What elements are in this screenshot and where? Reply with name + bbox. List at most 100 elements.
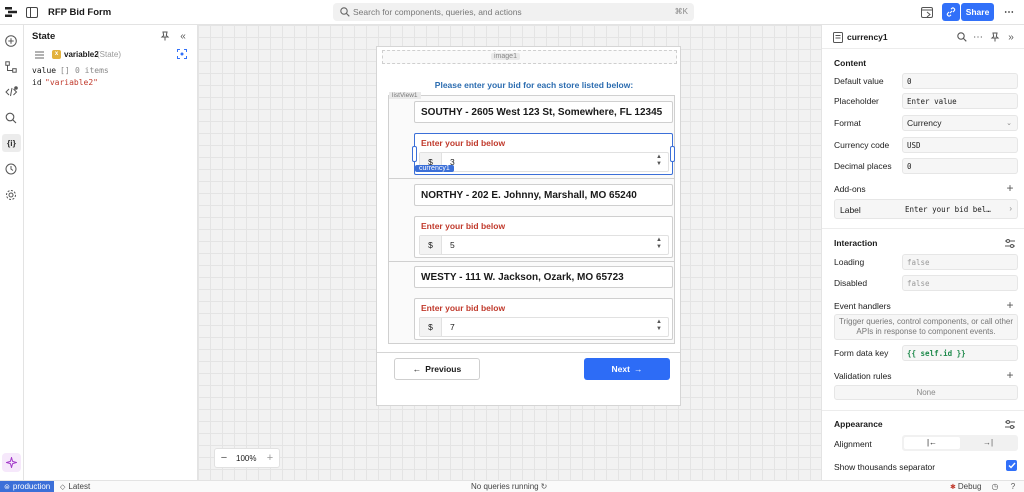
divider <box>822 228 1024 229</box>
default-value-row: Default value 0 <box>834 73 1018 91</box>
validation-rules-label: Validation rules <box>834 371 892 381</box>
history-status-icon[interactable]: ◷ <box>990 481 1000 492</box>
interaction-settings-icon[interactable] <box>1004 237 1016 249</box>
bid-currency-input[interactable]: Enter your bid below $ 3 ▲ ▼ currency1 <box>412 133 675 175</box>
disabled-label: Disabled <box>834 278 868 288</box>
add-component-icon[interactable] <box>4 34 18 48</box>
default-value-label: Default value <box>834 76 884 86</box>
focus-target-icon[interactable] <box>176 48 188 60</box>
help-icon[interactable]: ? <box>1008 481 1018 492</box>
list-view[interactable]: listView1 SOUTHY - 2605 West 123 St, Som… <box>388 92 675 344</box>
bid-field[interactable]: $ 5 ▲ ▼ <box>419 235 669 255</box>
bug-icon: ✱ <box>950 483 956 491</box>
preview-icon[interactable] <box>920 5 934 19</box>
right-resize-handle[interactable] <box>670 146 675 162</box>
addon-label-row[interactable]: Label Enter your bid bel… › <box>834 199 1018 219</box>
align-right-option[interactable]: →| <box>960 437 1016 449</box>
app-title[interactable]: RFP Bid Form <box>48 7 111 18</box>
history-icon[interactable] <box>4 162 18 176</box>
bid-currency-input[interactable]: Enter your bid below $ 7 ▲ ▼ <box>414 298 673 340</box>
inspector-search-icon[interactable] <box>956 31 968 43</box>
zoom-out-icon[interactable]: − <box>218 452 230 464</box>
decimal-places-row: Decimal places 0 <box>834 158 1018 176</box>
status-bar: ⊜ production ◇ Latest No queries running… <box>0 480 1024 492</box>
inspector-collapse-icon[interactable]: » <box>1005 31 1017 43</box>
bid-field[interactable]: $ 7 ▲ ▼ <box>419 317 669 337</box>
disabled-input[interactable]: false <box>902 275 1018 291</box>
add-event-handler-icon[interactable]: + <box>1004 298 1016 312</box>
inspector-pin-icon[interactable] <box>989 31 1001 43</box>
loading-input[interactable]: false <box>902 254 1018 270</box>
add-addon-icon[interactable]: + <box>1004 181 1016 195</box>
inspector-more-icon[interactable]: ⋯ <box>972 31 984 43</box>
copy-link-button[interactable] <box>942 3 960 21</box>
app-frame: image1 Please enter your bid for each st… <box>376 46 681 406</box>
row-divider <box>389 178 674 179</box>
image-component[interactable]: image1 <box>382 50 677 64</box>
settings-gear-icon[interactable] <box>4 188 18 202</box>
bid-field[interactable]: $ 3 ▲ ▼ <box>419 152 669 172</box>
next-button[interactable]: Next → <box>584 358 670 380</box>
footer-divider <box>377 352 680 353</box>
previous-label: Previous <box>425 364 462 374</box>
image-tag: image1 <box>491 53 520 60</box>
drag-handle-icon[interactable] <box>33 49 45 61</box>
id-key: id <box>32 78 42 87</box>
retool-logo-icon[interactable] <box>4 5 18 19</box>
validation-rules-value: None <box>834 385 1018 400</box>
thousands-separator-checkbox[interactable] <box>1006 460 1017 471</box>
search-rail-icon[interactable] <box>4 111 18 125</box>
bid-label: Enter your bid below <box>421 221 506 231</box>
variable-name[interactable]: variable2 <box>64 50 99 59</box>
chevron-right-icon: › <box>1009 204 1012 213</box>
store-name-box: WESTY - 111 W. Jackson, Ozark, MO 65723 <box>414 266 673 288</box>
sidebar-toggle-icon[interactable] <box>25 5 39 19</box>
align-left-option[interactable]: |← <box>904 437 960 449</box>
previous-button[interactable]: ← Previous <box>394 358 480 380</box>
code-icon[interactable] <box>4 85 18 99</box>
appearance-section-title: Appearance <box>834 419 883 429</box>
bid-value: 7 <box>450 322 455 332</box>
content-section-title: Content <box>834 58 867 68</box>
zoom-level: 100% <box>236 454 257 463</box>
default-value-input[interactable]: 0 <box>902 73 1018 89</box>
form-key-input[interactable]: {{ self.id }} <box>902 345 1018 361</box>
more-menu-icon[interactable]: ⋯ <box>1002 5 1016 19</box>
refresh-icon[interactable]: ↻ <box>539 481 549 492</box>
component-type-icon <box>832 31 844 43</box>
collapse-panel-icon[interactable]: « <box>177 30 189 42</box>
pin-icon[interactable] <box>159 30 171 42</box>
currency-code-input[interactable]: USD <box>902 137 1018 153</box>
row-divider <box>389 261 674 262</box>
event-handlers-label: Event handlers <box>834 301 891 311</box>
placeholder-input[interactable]: Enter value <box>902 93 1018 109</box>
format-select[interactable]: Currency ⌄ <box>902 115 1018 131</box>
version-tag[interactable]: ◇ Latest <box>60 482 90 491</box>
component-name[interactable]: currency1 <box>847 32 888 42</box>
variable-type-icon: x <box>52 50 61 59</box>
component-tree-icon[interactable] <box>4 60 18 74</box>
queries-status: No queries running <box>471 482 539 491</box>
instruction-heading: Please enter your bid for each store lis… <box>434 80 634 90</box>
add-validation-icon[interactable]: + <box>1004 368 1016 382</box>
alignment-label: Alignment <box>834 439 872 449</box>
editor-canvas[interactable]: image1 Please enter your bid for each st… <box>198 25 821 480</box>
stepper-arrows-icon[interactable]: ▲ ▼ <box>656 154 662 168</box>
share-button[interactable]: Share <box>961 3 994 21</box>
stepper-arrows-icon[interactable]: ▲ ▼ <box>656 237 662 251</box>
bid-currency-input[interactable]: Enter your bid below $ 5 ▲ ▼ <box>414 216 673 258</box>
appearance-settings-icon[interactable] <box>1004 418 1016 430</box>
placeholder-label: Placeholder <box>834 96 879 106</box>
form-key-label: Form data key <box>834 348 889 358</box>
decimal-places-input[interactable]: 0 <box>902 158 1018 174</box>
search-bar[interactable]: Search for components, queries, and acti… <box>333 3 694 21</box>
zoom-in-icon[interactable]: + <box>264 452 276 464</box>
state-rail-button[interactable]: {i} <box>2 134 21 152</box>
environment-badge[interactable]: ⊜ production <box>0 481 54 492</box>
left-resize-handle[interactable] <box>412 146 417 162</box>
state-panel-title: State <box>32 31 56 42</box>
assist-button[interactable] <box>2 453 21 472</box>
loading-label: Loading <box>834 257 865 267</box>
debug-button[interactable]: ✱ Debug <box>950 482 981 491</box>
stepper-arrows-icon[interactable]: ▲ ▼ <box>656 319 662 333</box>
